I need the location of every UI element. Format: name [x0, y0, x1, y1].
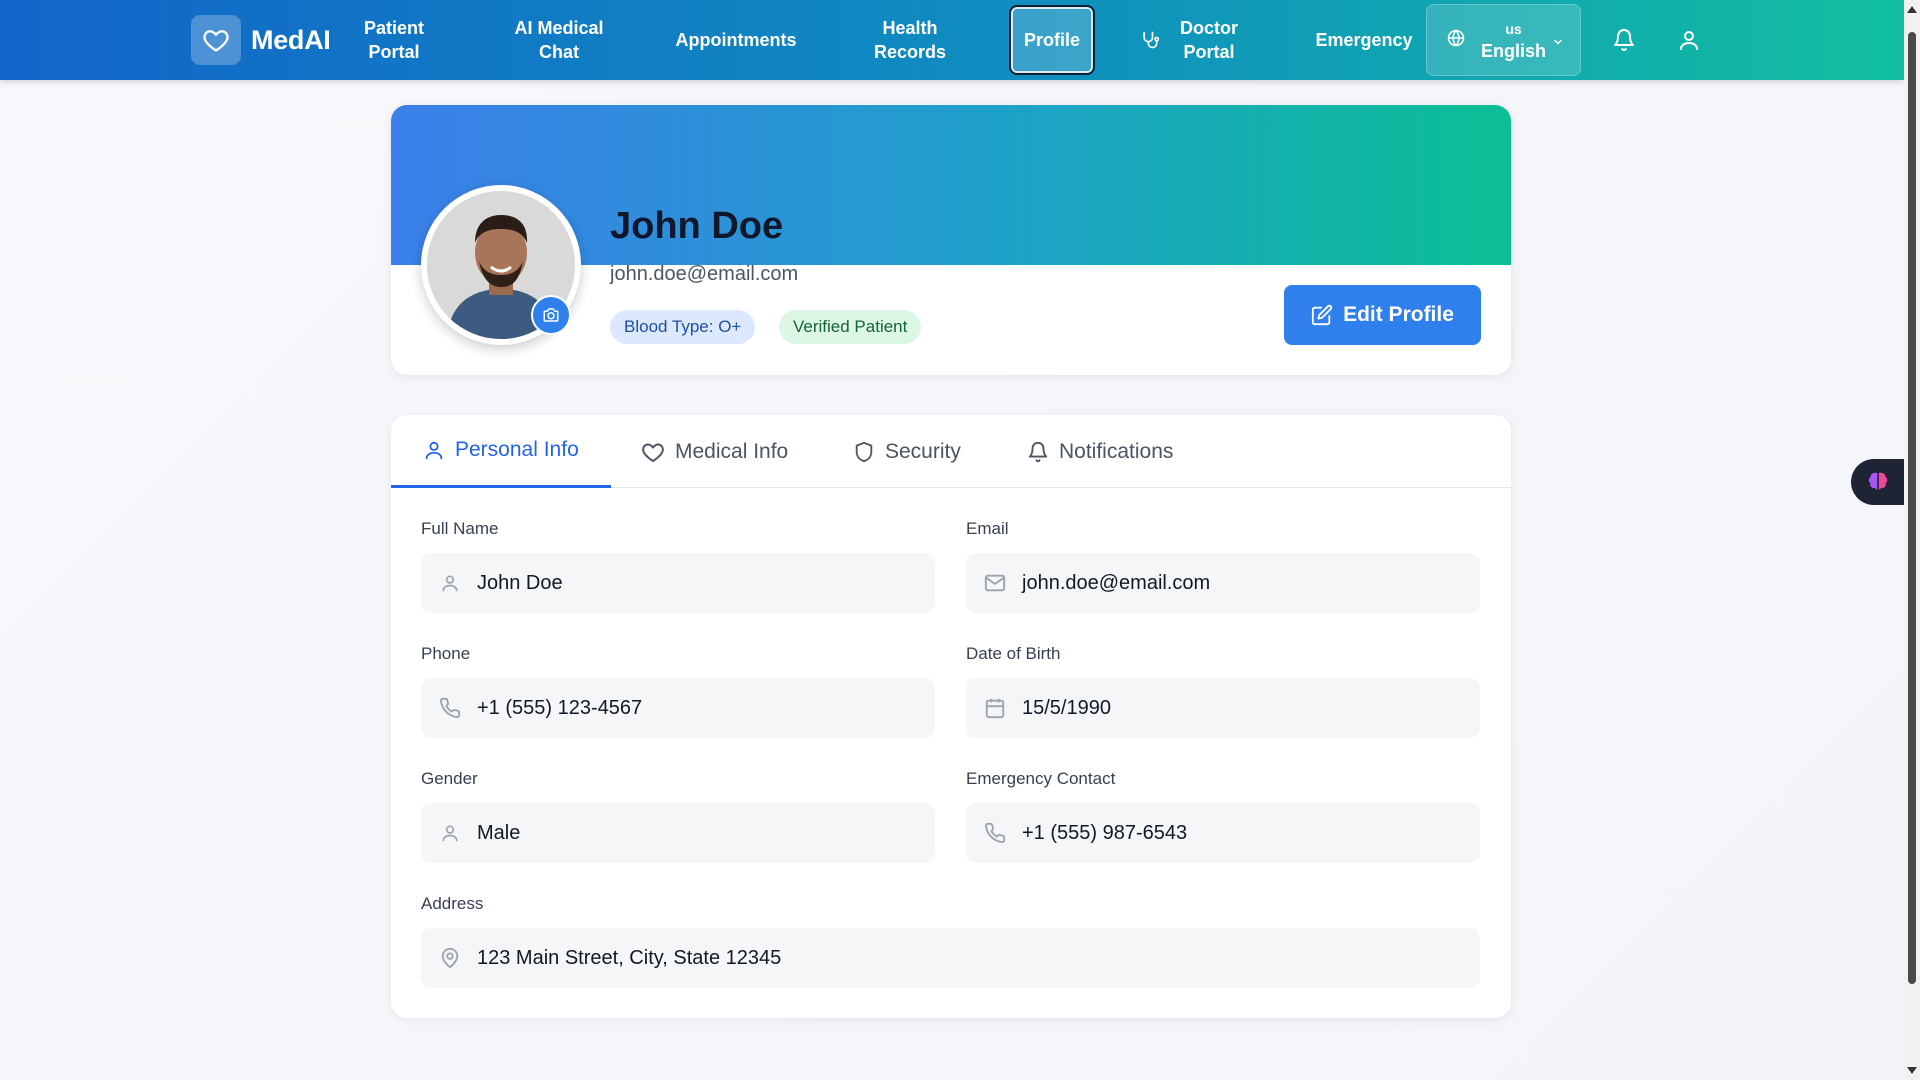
profile-email: john.doe@email.com	[610, 263, 799, 285]
address-field[interactable]: 123 Main Street, City, State 12345	[421, 928, 1480, 988]
gender-label: Gender	[421, 769, 478, 788]
nav-profile[interactable]: Profile	[1009, 5, 1095, 75]
bell-icon	[1028, 441, 1048, 462]
ai-assistant-button[interactable]	[1851, 459, 1911, 505]
camera-icon	[543, 308, 559, 322]
blood-type-badge: Blood Type: O+	[610, 310, 756, 344]
nav-ai-medical-chat[interactable]: AI Medical Chat	[506, 0, 612, 80]
full-name-label: Full Name	[421, 519, 499, 538]
phone-icon	[984, 822, 1006, 844]
map-pin-icon	[439, 947, 461, 969]
nav-label: Patient Portal	[363, 18, 424, 62]
nav-health-records[interactable]: Health Records	[862, 0, 958, 80]
chevron-down-icon	[1552, 35, 1564, 53]
tab-personal-info[interactable]: Personal Info	[391, 415, 611, 488]
email-label: Email	[966, 519, 1009, 538]
phone-value: +1 (555) 123-4567	[477, 696, 643, 719]
tab-security[interactable]: Security	[853, 415, 961, 488]
tab-label: Medical Info	[675, 439, 789, 463]
user-icon[interactable]	[1675, 26, 1703, 54]
language-name: English	[1481, 41, 1547, 61]
stethoscope-icon	[1134, 0, 1166, 80]
nav-label: Emergency	[1315, 30, 1413, 50]
edit-profile-label: Edit Profile	[1343, 303, 1454, 326]
top-navbar: MedAI Patient Portal AI Medical Chat App…	[0, 0, 1904, 80]
edit-icon	[1311, 304, 1333, 326]
nav-appointments[interactable]: Appointments	[672, 0, 800, 80]
nav-label: Doctor Portal	[1180, 18, 1238, 62]
page-scrollbar[interactable]	[1904, 0, 1920, 1080]
nav-label: Health Records	[873, 18, 947, 62]
full-name-field[interactable]: John Doe	[421, 553, 935, 613]
nav-emergency[interactable]: Emergency	[1314, 0, 1414, 80]
brain-icon	[1868, 472, 1888, 490]
nav-label: AI Medical Chat	[514, 18, 604, 62]
phone-label: Phone	[421, 644, 471, 663]
heart-icon	[191, 15, 241, 65]
address-label: Address	[421, 894, 484, 913]
emergency-contact-field[interactable]: +1 (555) 987-6543	[966, 803, 1480, 863]
gender-field[interactable]: Male	[421, 803, 935, 863]
nav-label: Profile	[1023, 29, 1080, 50]
language-selector[interactable]: us English	[1426, 4, 1581, 76]
scroll-up-arrow[interactable]	[1907, 6, 1917, 13]
profile-header-card: John Doe john.doe@email.com Blood Type: …	[391, 105, 1511, 375]
scroll-thumb[interactable]	[1908, 32, 1916, 984]
dob-field[interactable]: 15/5/1990	[966, 678, 1480, 738]
scroll-down-arrow[interactable]	[1907, 1067, 1917, 1074]
profile-name: John Doe	[610, 205, 784, 247]
dob-label: Date of Birth	[966, 644, 1061, 663]
verified-badge: Verified Patient	[779, 310, 922, 344]
tab-label: Personal Info	[455, 438, 579, 461]
nav-doctor-portal[interactable]: Doctor Portal	[1172, 0, 1246, 80]
brand-logo[interactable]: MedAI	[191, 15, 331, 65]
emergency-contact-value: +1 (555) 987-6543	[1022, 821, 1188, 844]
gender-value: Male	[477, 821, 521, 844]
mail-icon	[984, 572, 1006, 594]
brand-name: MedAI	[251, 24, 331, 55]
tab-notifications[interactable]: Notifications	[1027, 415, 1173, 488]
tab-label: Notifications	[1059, 439, 1174, 463]
tab-medical-info[interactable]: Medical Info	[641, 415, 788, 488]
emergency-contact-label: Emergency Contact	[966, 769, 1116, 788]
heart-icon	[642, 443, 664, 462]
change-photo-button[interactable]	[531, 295, 571, 335]
dob-value: 15/5/1990	[1022, 696, 1111, 719]
profile-details-card: Personal Info Medical Info Security Noti…	[391, 415, 1511, 1018]
globe-icon	[1447, 29, 1465, 52]
language-code: us	[1505, 21, 1522, 37]
nav-patient-portal[interactable]: Patient Portal	[352, 0, 436, 80]
phone-icon	[439, 697, 461, 719]
edit-profile-button[interactable]: Edit Profile	[1284, 285, 1481, 345]
nav-label: Appointments	[675, 30, 797, 50]
phone-field[interactable]: +1 (555) 123-4567	[421, 678, 935, 738]
address-value: 123 Main Street, City, State 12345	[477, 946, 782, 969]
bell-icon[interactable]	[1610, 26, 1638, 54]
tab-label: Security	[885, 439, 961, 463]
calendar-icon	[984, 697, 1006, 719]
full-name-value: John Doe	[477, 571, 563, 594]
user-icon	[439, 572, 461, 594]
profile-tabs: Personal Info Medical Info Security Noti…	[391, 415, 1511, 488]
user-icon	[439, 822, 461, 844]
email-value: john.doe@email.com	[1022, 571, 1211, 594]
email-field[interactable]: john.doe@email.com	[966, 553, 1480, 613]
user-icon	[425, 441, 443, 460]
shield-icon	[855, 441, 873, 462]
